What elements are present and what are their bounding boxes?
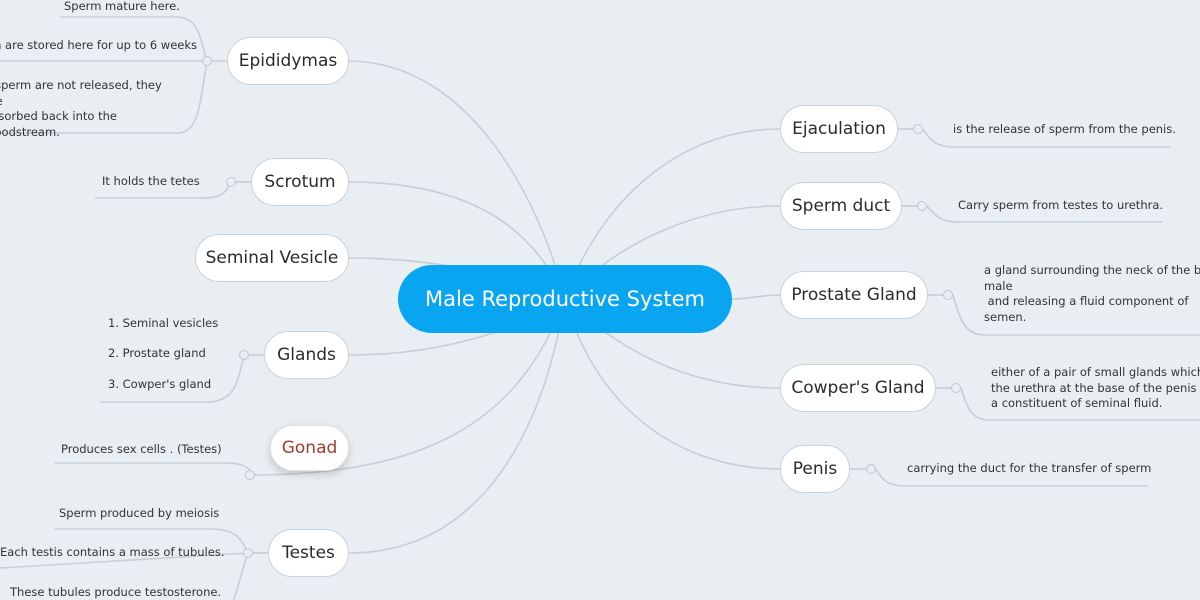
detail-epididymas-2: Sperm are stored here for up to 6 weeks: [0, 38, 198, 52]
detail-line: a gland surrounding the neck of the blad…: [984, 263, 1200, 277]
collapse-toggle-ejaculation[interactable]: [913, 124, 923, 134]
detail-line: a constituent of seminal fluid.: [991, 396, 1163, 410]
detail-line: If sperm are not released, they are: [0, 78, 162, 108]
detail-testes-2: Each testis contains a mass of tubules.: [0, 545, 225, 559]
detail-glands-2: 2. Prostate gland: [108, 346, 206, 360]
topic-testes[interactable]: Testes: [268, 529, 349, 577]
central-topic[interactable]: Male Reproductive System: [398, 265, 732, 333]
collapse-toggle-epididymas[interactable]: [202, 56, 212, 66]
detail-sperm-duct-1: Carry sperm from testes to urethra.: [958, 198, 1164, 212]
collapse-toggle-sperm-duct[interactable]: [917, 201, 927, 211]
detail-line: the urethra at the base of the penis and…: [991, 380, 1200, 395]
link-prostate-gland: [731, 294, 781, 300]
topic-scrotum[interactable]: Scrotum: [251, 158, 349, 206]
link-testes: [348, 298, 566, 554]
detail-scrotum-1: It holds the tetes: [102, 174, 200, 188]
collapse-toggle-glands[interactable]: [239, 350, 249, 360]
detail-ejaculation-1: is the release of sperm from the penis.: [953, 122, 1176, 136]
detail-gonad-1: Produces sex cells . (Testes): [61, 442, 222, 456]
collapse-toggle-cowpers-gland[interactable]: [951, 383, 961, 393]
detail-testes-1: Sperm produced by meiosis: [59, 506, 220, 520]
detail-line: and releasing a fluid component of: [984, 294, 1189, 308]
collapse-toggle-scrotum[interactable]: [226, 177, 236, 187]
topic-prostate-gland[interactable]: Prostate Gland: [780, 271, 928, 319]
detail-glands-3: 3. Cowper's gland: [108, 377, 212, 391]
detail-cowpers-gland-1: either of a pair of small glands which o…: [991, 365, 1200, 412]
detail-testes-3: These tubules produce testosterone.: [10, 585, 222, 599]
detail-line: male: [984, 278, 1013, 293]
detail-line: semen.: [984, 309, 1027, 324]
topic-epididymas[interactable]: Epididymas: [227, 37, 349, 85]
detail-line: either of a pair of small glands which o…: [991, 365, 1200, 379]
detail-line: bloodstream.: [0, 124, 60, 139]
link-gonad-1: [55, 462, 251, 471]
detail-line: absorbed back into the: [0, 109, 117, 123]
link-epididymas: [348, 60, 566, 300]
mind-map-canvas: Male Reproductive System Epididymas Scro…: [0, 0, 1200, 600]
collapse-toggle-gonad[interactable]: [245, 470, 255, 480]
detail-glands-1: 1. Seminal vesicles: [108, 316, 219, 330]
topic-seminal-vesicle[interactable]: Seminal Vesicle: [195, 234, 349, 282]
detail-penis-1: carrying the duct for the transfer of sp…: [907, 461, 1152, 475]
collapse-toggle-prostate-gland[interactable]: [943, 290, 953, 300]
topic-penis[interactable]: Penis: [780, 445, 850, 493]
link-testes-3: [232, 552, 249, 600]
topic-ejaculation[interactable]: Ejaculation: [780, 105, 898, 153]
topic-glands[interactable]: Glands: [264, 331, 349, 379]
collapse-toggle-testes[interactable]: [243, 548, 253, 558]
detail-prostate-gland-1: a gland surrounding the neck of the blad…: [984, 263, 1200, 325]
topic-cowpers-gland[interactable]: Cowper's Gland: [780, 364, 936, 412]
collapse-toggle-penis[interactable]: [866, 464, 876, 474]
detail-epididymas-3: If sperm are not released, they are abso…: [0, 78, 184, 140]
topic-gonad[interactable]: Gonad: [270, 425, 349, 471]
topic-sperm-duct[interactable]: Sperm duct: [780, 182, 902, 230]
detail-epididymas-1: Sperm mature here.: [64, 0, 180, 13]
